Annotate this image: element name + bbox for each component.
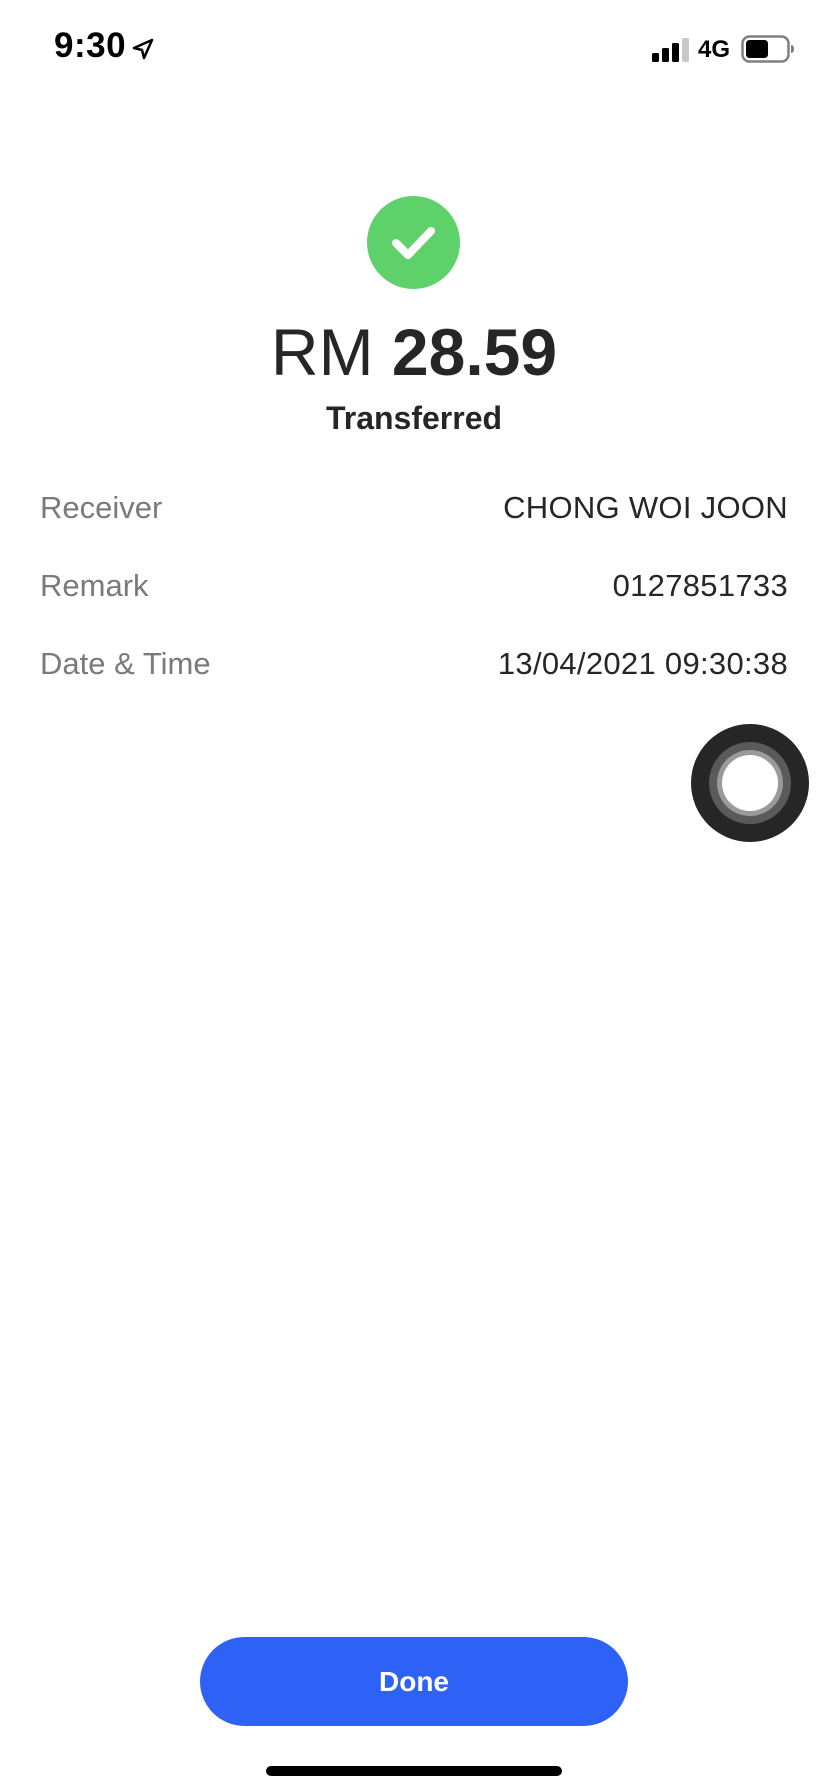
currency-label: RM [270, 315, 374, 389]
datetime-label: Date & Time [40, 646, 211, 681]
network-type-label: 4G [698, 36, 731, 63]
receiver-label: Receiver [40, 490, 163, 525]
transfer-amount: RM 28.59 [0, 312, 828, 392]
checkmark-circle-icon [367, 196, 460, 289]
assistive-touch-ring [709, 742, 791, 824]
battery-icon [741, 35, 794, 63]
location-arrow-icon [132, 38, 154, 60]
detail-row-datetime: Date & Time 13/04/2021 09:30:38 [40, 646, 788, 696]
assistive-touch-button[interactable] [691, 724, 809, 842]
detail-row-receiver: Receiver CHONG WOI JOON [40, 490, 788, 540]
receiver-value: CHONG WOI JOON [503, 490, 788, 525]
detail-row-remark: Remark 0127851733 [40, 568, 788, 618]
transfer-status: Transferred [325, 400, 503, 436]
checkmark-icon [392, 227, 435, 259]
signal-bars-icon [652, 38, 689, 62]
status-time: 9:30 [54, 26, 127, 65]
status-bar: 9:30 4G [0, 0, 828, 100]
done-button[interactable]: Done [200, 1637, 628, 1726]
datetime-value: 13/04/2021 09:30:38 [497, 646, 788, 681]
home-indicator[interactable] [266, 1766, 562, 1776]
amount-value: 28.59 [391, 315, 558, 389]
remark-label: Remark [40, 568, 149, 603]
remark-value: 0127851733 [612, 568, 788, 603]
